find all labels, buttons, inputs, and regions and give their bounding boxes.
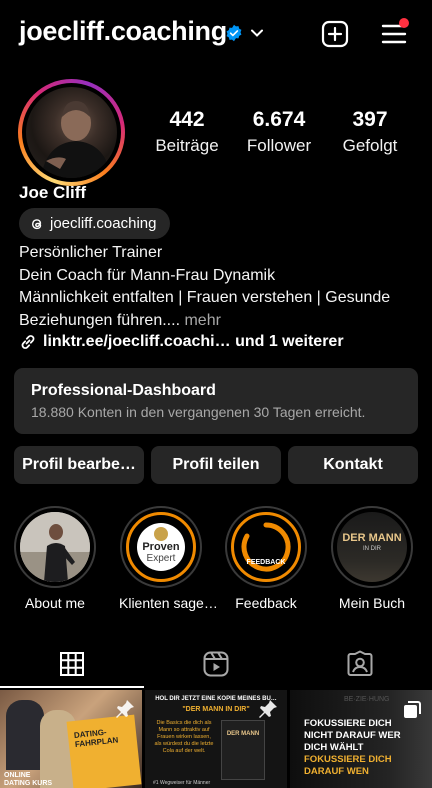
avatar-story-ring[interactable] (18, 79, 125, 186)
username-title[interactable]: joecliff.coaching (19, 16, 227, 47)
threads-icon (31, 218, 42, 229)
highlight-label: Klienten sage… (119, 595, 218, 611)
feedback-inner-text: FEEDBACK (246, 559, 286, 566)
feedback-ring-icon: FEEDBACK (231, 512, 301, 582)
chevron-down-icon[interactable] (250, 26, 264, 40)
post-thumbnail[interactable]: HOL DIR JETZT EINE KOPIE MEINES BU… "DER… (145, 690, 287, 788)
carousel-icon (404, 701, 421, 718)
followers-count-value: 6.674 (252, 108, 306, 131)
tab-posts[interactable] (0, 640, 144, 688)
bio-line-text: Beziehungen führen.... (19, 312, 181, 330)
threads-badge[interactable]: joecliff.coaching (19, 208, 170, 239)
contact-button[interactable]: Kontakt (288, 446, 418, 484)
post-line: FOKUSSIERE DICH (304, 754, 392, 765)
following-count-label: Gefolgt (342, 136, 398, 155)
following-count[interactable]: 397 Gefolgt (338, 108, 402, 156)
verified-badge-icon (226, 24, 242, 42)
display-name: Joe Cliff (19, 183, 87, 202)
notification-dot (399, 18, 409, 28)
following-count-value: 397 (352, 108, 388, 131)
post-line: DICH WÄHLT (304, 742, 364, 753)
post-line: NICHT DARAUF WER (304, 730, 401, 741)
post-caption: ONLINE (4, 772, 31, 779)
post-top-text: BE·ZIE·HUNG (344, 696, 390, 703)
followers-count-label: Follower (246, 136, 312, 155)
logo-line-1: Proven (142, 541, 180, 553)
reels-icon (203, 651, 229, 677)
post-thumbnail[interactable]: BE·ZIE·HUNG FOKUSSIERE DICH NICHT DARAUF… (290, 690, 432, 788)
professional-dashboard[interactable]: Professional-Dashboard 18.880 Konten in … (14, 368, 418, 434)
proven-expert-logo-icon: Proven Expert (126, 512, 196, 582)
profile-header: joecliff.coaching (0, 0, 432, 68)
highlight-label: Mein Buch (338, 595, 406, 611)
pin-icon (116, 700, 134, 718)
bio-line: Männlichkeit entfalten | Frauen verstehe… (19, 289, 391, 307)
active-tab-indicator (0, 686, 144, 688)
share-profile-button[interactable]: Profil teilen (151, 446, 281, 484)
grid-icon (60, 652, 84, 676)
posts-count[interactable]: 442 Beiträge (152, 108, 222, 156)
pin-icon (259, 700, 277, 718)
threads-handle: joecliff.coaching (50, 215, 157, 232)
highlight-klienten[interactable]: Proven Expert Klienten sage… (119, 506, 218, 611)
bio-line: Beziehungen führen.... mehr (19, 310, 419, 333)
post-caption: DATING KURS (4, 780, 53, 787)
post-book-label: DATING-FAHRPLAN (73, 727, 119, 749)
highlight-mein-buch[interactable]: DER MANN IN DIR Mein Buch (330, 506, 414, 611)
book-subtitle: IN DIR (363, 546, 381, 552)
profile-tabs (0, 640, 432, 688)
logo-line-2: Expert (146, 553, 176, 564)
highlight-feedback[interactable]: FEEDBACK Feedback (224, 506, 308, 611)
dashboard-subtitle: 18.880 Konten in den vergangenen 30 Tage… (31, 404, 366, 420)
tagged-icon (347, 650, 373, 676)
dashboard-title: Professional-Dashboard (31, 382, 216, 399)
posts-count-value: 442 (169, 108, 205, 131)
bio-line: Dein Coach für Mann-Frau Dynamik (19, 266, 276, 284)
bio-link-text: linktr.ee/joecliff.coachi… und 1 weitere… (43, 333, 344, 350)
highlight-label: Feedback (235, 595, 297, 611)
book-cover-icon: DER MANN IN DIR (337, 512, 407, 582)
highlight-about-me[interactable]: About me (13, 506, 97, 611)
link-icon (21, 335, 35, 349)
post-footer: #1 Wegweiser für Männer (153, 780, 211, 786)
bio-more-link[interactable]: mehr (184, 312, 220, 329)
person-photo-icon (20, 512, 90, 582)
post-thumbnail[interactable]: DATING-FAHRPLAN ONLINE DATING KURS (0, 690, 142, 788)
followers-count[interactable]: 6.674 Follower (242, 108, 316, 156)
create-post-icon[interactable] (321, 20, 349, 48)
bio: Persönlicher Trainer Dein Coach für Mann… (19, 242, 419, 333)
avatar (26, 87, 117, 178)
post-body: Die Basics die dich als Mann so attrakti… (154, 720, 214, 754)
book-title: DER MANN (342, 532, 402, 544)
edit-profile-button[interactable]: Profil bearbe… (14, 446, 144, 484)
bio-link[interactable]: linktr.ee/joecliff.coachi… und 1 weitere… (19, 333, 344, 351)
tab-tagged[interactable] (288, 640, 432, 688)
post-line: DARAUF WEN (304, 766, 369, 777)
post-line: FOKUSSIERE DICH (304, 718, 392, 729)
highlight-label: About me (25, 595, 85, 611)
posts-count-label: Beiträge (155, 136, 219, 155)
bio-line: Persönlicher Trainer (19, 244, 163, 261)
post-book-label: DER MANN (226, 731, 260, 737)
tab-reels[interactable] (144, 640, 288, 688)
